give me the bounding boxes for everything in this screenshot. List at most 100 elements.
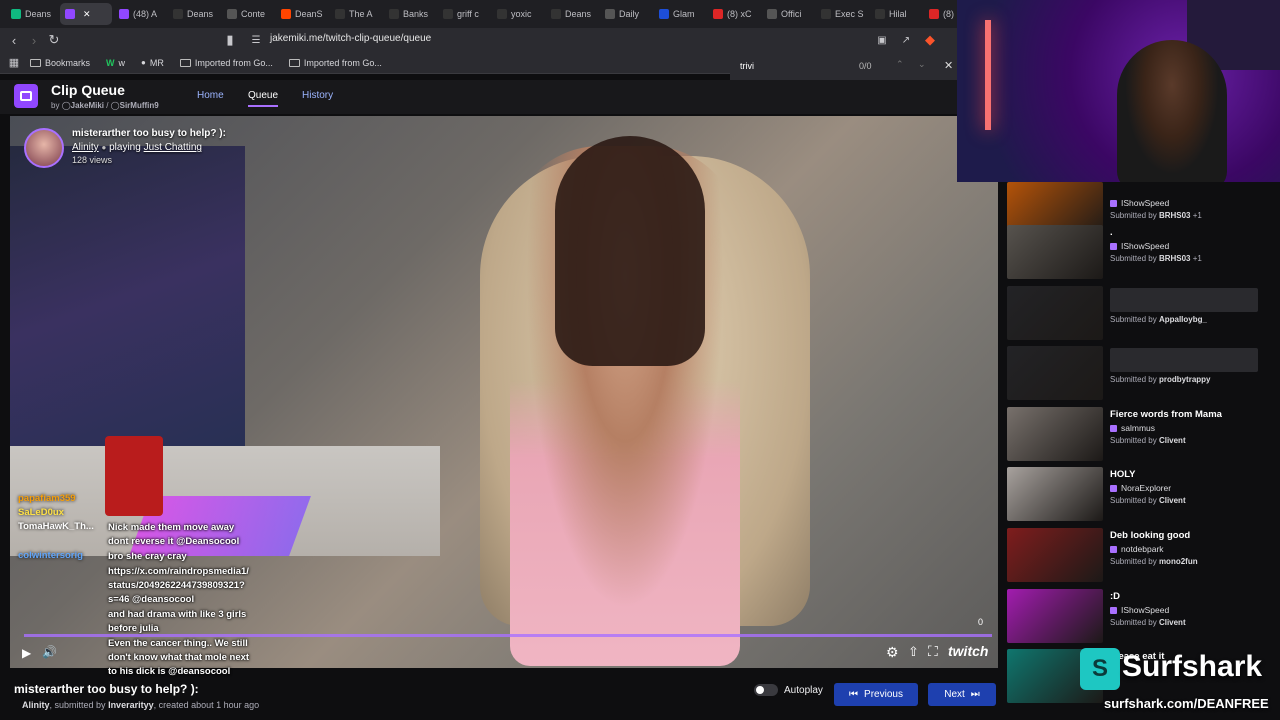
queue-item[interactable]: Submitted by prodbytrappy [1007, 346, 1277, 402]
autoplay-control[interactable]: Autoplay [754, 684, 823, 696]
browser-tab[interactable]: The A [330, 3, 382, 25]
find-close-icon[interactable]: ✕ [944, 59, 953, 72]
settings-gear-icon[interactable]: ⚙ [886, 644, 899, 661]
browser-tab[interactable]: Conte [222, 3, 274, 25]
queue-item[interactable]: Submitted by Appalloybg_ [1007, 286, 1277, 342]
fullscreen-icon[interactable]: ⛶ [928, 643, 938, 660]
app-authors: by ◯JakeMiki / ◯SirMuffin9 [51, 101, 159, 110]
queue-title: Fierce words from Mama [1110, 409, 1222, 420]
queue-submitter: Submitted by BRHS03 +1 [1110, 254, 1202, 263]
folder-icon [288, 58, 300, 67]
logo-shape [20, 91, 32, 101]
queue-thumbnail[interactable] [1007, 589, 1103, 643]
queue-thumbnail[interactable] [1007, 528, 1103, 582]
browser-tab[interactable]: (48) A [114, 3, 166, 25]
streamer-webcam [957, 0, 1280, 182]
nav-home[interactable]: Home [197, 90, 224, 101]
browser-tab[interactable]: (8) xC [708, 3, 760, 25]
browser-tab[interactable]: Deans [168, 3, 220, 25]
browser-tab[interactable]: DeanS [276, 3, 328, 25]
forward-icon[interactable]: › [24, 30, 44, 50]
current-clip-meta: Alinity, submitted by Inverarityy, creat… [22, 700, 260, 710]
queue-thumbnail[interactable] [1007, 225, 1103, 279]
author-link[interactable]: SirMuffin9 [120, 101, 159, 110]
tab-favicon-icon [713, 9, 723, 19]
browser-tab[interactable]: ✕ [60, 3, 112, 25]
site-settings-icon[interactable]: ☰ [246, 30, 266, 50]
queue-submitter: Submitted by Appalloybg_ [1110, 315, 1207, 324]
reload-icon[interactable]: ↻ [44, 30, 64, 50]
next-button[interactable]: Next ⏭ [928, 683, 996, 706]
find-input[interactable]: trivi [740, 61, 754, 71]
queue-item[interactable]: :D IShowSpeed Submitted by Clivent [1007, 589, 1277, 645]
surfshark-logo-icon: S [1080, 648, 1120, 690]
bookmark-item[interactable]: Imported from Go... [179, 58, 273, 68]
tab-favicon-icon [65, 9, 75, 19]
bookmark-item[interactable]: Bookmarks [30, 58, 90, 68]
queue-item[interactable]: Fierce words from Mama salmmus Submitted b… [1007, 407, 1277, 463]
browser-tab[interactable]: Hilal [870, 3, 922, 25]
channel-icon [1110, 545, 1117, 553]
queue-thumbnail[interactable] [1007, 467, 1103, 521]
channel-icon [1110, 606, 1117, 614]
share-icon[interactable]: ⇧ [908, 644, 919, 660]
nav-history[interactable]: History [302, 90, 333, 101]
browser-tab[interactable]: yoxic [492, 3, 544, 25]
progress-bar[interactable] [24, 634, 992, 637]
clip-title[interactable]: misterarther too busy to help? ): [72, 128, 226, 139]
tab-favicon-icon [389, 9, 399, 19]
autoplay-toggle[interactable] [754, 684, 778, 696]
browser-tab[interactable]: Glam [654, 3, 706, 25]
browser-tab[interactable]: Offici [762, 3, 814, 25]
browser-tab[interactable]: Banks [384, 3, 436, 25]
category-link[interactable]: Just Chatting [144, 142, 202, 153]
chat-message: s=46 @deansocool [108, 594, 195, 605]
tab-favicon-icon [497, 9, 507, 19]
bookmark-item[interactable]: Ww [106, 58, 125, 68]
url-input[interactable]: jakemiki.me/twitch-clip-queue/queue [270, 33, 431, 44]
queue-item[interactable]: Deb looking good notdebpark Submitted by m… [1007, 528, 1277, 584]
queue-thumbnail[interactable] [1007, 346, 1103, 400]
tab-favicon-icon [605, 9, 615, 19]
play-icon[interactable]: ▶ [22, 646, 31, 660]
webcam-scene-person [1117, 40, 1227, 182]
back-icon[interactable]: ‹ [4, 30, 24, 50]
video-scene-monitor [10, 146, 245, 446]
share-icon[interactable]: ↗ [896, 30, 916, 50]
browser-tab[interactable]: Deans [546, 3, 598, 25]
browser-tab[interactable]: griff c [438, 3, 490, 25]
previous-button[interactable]: ⏮ Previous [834, 683, 918, 706]
apps-grid-icon[interactable]: ▦ [4, 53, 24, 73]
brave-shield-icon[interactable]: ◆ [920, 30, 940, 50]
tab-favicon-icon [335, 9, 345, 19]
tab-favicon-icon [821, 9, 831, 19]
bookmark-item[interactable]: Imported from Go... [288, 58, 382, 68]
nav-queue[interactable]: Queue [248, 90, 279, 107]
bookmark-icon[interactable]: ▮ [220, 30, 240, 50]
webcam-scene-light [985, 20, 991, 130]
queue-channel: IShowSpeed [1110, 198, 1169, 208]
find-prev-icon[interactable]: ⌃ [896, 59, 904, 70]
chat-username: colwintersorig [18, 550, 83, 561]
queue-submitter: Submitted by Clivent [1110, 496, 1186, 505]
bookmark-item[interactable]: ● MR [141, 58, 164, 68]
clip-channel: Alinity [22, 700, 50, 710]
browser-tab[interactable]: Exec S [816, 3, 868, 25]
video-scene-mug [105, 436, 163, 516]
queue-channel: NoraExplorer [1110, 483, 1171, 493]
channel-link[interactable]: Alinity [72, 142, 99, 153]
author-link[interactable]: JakeMiki [71, 101, 104, 110]
queue-thumbnail[interactable] [1007, 286, 1103, 340]
volume-icon[interactable]: 🔊 [42, 645, 57, 659]
queue-item[interactable]: HOLY NoraExplorer Submitted by Clivent [1007, 467, 1277, 523]
screen-icon[interactable]: ▣ [872, 30, 892, 50]
browser-tab[interactable]: Daily [600, 3, 652, 25]
twitch-logo[interactable]: twitch [948, 643, 988, 659]
queue-item[interactable]: . IShowSpeed Submitted by BRHS03 +1 [1007, 225, 1277, 281]
tab-favicon-icon [875, 9, 885, 19]
tab-close-icon[interactable]: ✕ [83, 9, 91, 20]
streamer-avatar[interactable] [24, 128, 64, 168]
browser-tab[interactable]: Deans [6, 3, 58, 25]
queue-thumbnail[interactable] [1007, 407, 1103, 461]
find-next-icon[interactable]: ⌄ [918, 59, 926, 70]
